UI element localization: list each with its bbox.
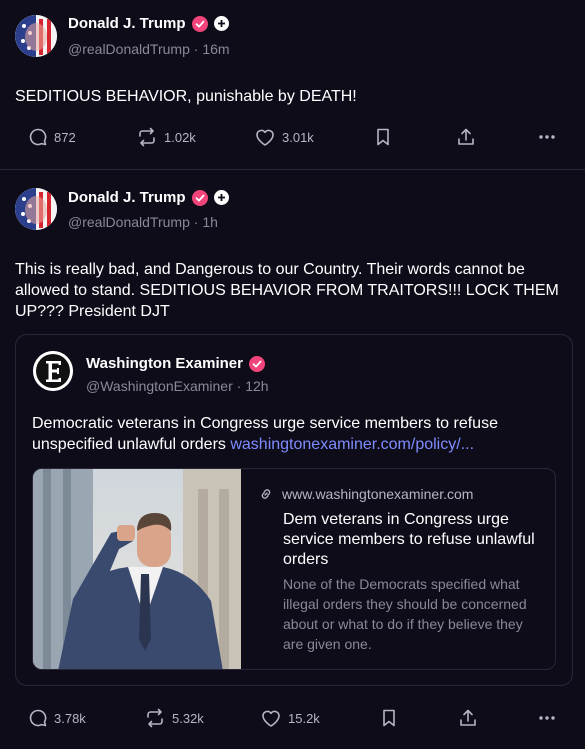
repost-button[interactable]: 5.32k bbox=[144, 703, 204, 733]
author-handle[interactable]: @realDonaldTrump bbox=[68, 214, 190, 230]
more-button[interactable] bbox=[537, 703, 557, 733]
post-time[interactable]: 1h bbox=[202, 214, 218, 230]
quoted-author-handle[interactable]: @WashingtonExaminer bbox=[86, 378, 233, 394]
bookmark-button[interactable] bbox=[380, 703, 398, 733]
article-image bbox=[33, 469, 241, 669]
post-time[interactable]: 16m bbox=[202, 41, 229, 57]
more-icon bbox=[539, 135, 555, 139]
quoted-post[interactable]: Washington Examiner @WashingtonExaminer … bbox=[15, 334, 573, 686]
reply-count: 3.78k bbox=[54, 710, 86, 726]
action-bar: 3.78k 5.32k 15.2k bbox=[0, 703, 585, 733]
plus-icon bbox=[213, 16, 229, 31]
link-card[interactable]: www.washingtonexaminer.com Dem veterans … bbox=[32, 468, 556, 670]
like-button[interactable]: 3.01k bbox=[254, 122, 314, 152]
bookmark-button[interactable] bbox=[374, 122, 392, 152]
like-button[interactable]: 15.2k bbox=[260, 703, 320, 733]
verified-icon bbox=[248, 355, 265, 372]
reply-count: 872 bbox=[54, 129, 76, 145]
avatar[interactable] bbox=[15, 188, 57, 230]
like-count: 15.2k bbox=[288, 710, 320, 726]
repost-count: 1.02k bbox=[164, 129, 196, 145]
repost-count: 5.32k bbox=[172, 710, 204, 726]
share-icon bbox=[458, 128, 474, 145]
bookmark-icon bbox=[383, 709, 395, 727]
link-icon bbox=[261, 489, 271, 499]
post[interactable]: Donald J. Trump @realDonaldTrump · 1h Th… bbox=[0, 170, 585, 749]
card-domain[interactable]: www.washingtonexaminer.com bbox=[282, 486, 473, 502]
quoted-link[interactable]: washingtonexaminer.com/policy/... bbox=[230, 436, 474, 453]
bookmark-icon bbox=[377, 128, 389, 146]
share-button[interactable] bbox=[456, 122, 476, 152]
like-count: 3.01k bbox=[282, 129, 314, 145]
separator: · bbox=[193, 214, 199, 230]
post[interactable]: Donald J. Trump @realDonaldTrump · 16m S… bbox=[0, 0, 585, 170]
reply-icon bbox=[29, 128, 47, 146]
verified-icon bbox=[191, 15, 208, 32]
post-text: This is really bad, and Dangerous to our… bbox=[15, 261, 559, 320]
like-icon bbox=[262, 710, 280, 727]
quoted-author-name[interactable]: Washington Examiner bbox=[86, 355, 243, 372]
more-icon bbox=[539, 716, 555, 720]
repost-icon bbox=[139, 127, 155, 147]
quoted-post-time[interactable]: 12h bbox=[245, 378, 268, 394]
repost-icon bbox=[147, 708, 163, 728]
avatar[interactable] bbox=[15, 15, 57, 57]
verified-icon bbox=[191, 189, 208, 206]
like-icon bbox=[256, 129, 274, 146]
separator: · bbox=[236, 378, 242, 394]
reply-icon bbox=[29, 709, 47, 727]
quoted-post-text: Democratic veterans in Congress urge ser… bbox=[32, 413, 552, 455]
separator: · bbox=[193, 41, 199, 57]
plus-icon bbox=[213, 190, 229, 205]
author-handle[interactable]: @realDonaldTrump bbox=[68, 41, 190, 57]
post-text: SEDITIOUS BEHAVIOR, punishable by DEATH! bbox=[15, 88, 357, 105]
quoted-avatar[interactable] bbox=[33, 351, 73, 391]
reply-button[interactable]: 872 bbox=[28, 122, 76, 152]
author-name[interactable]: Donald J. Trump bbox=[68, 189, 186, 206]
reply-button[interactable]: 3.78k bbox=[28, 703, 86, 733]
repost-button[interactable]: 1.02k bbox=[136, 122, 196, 152]
card-description: None of the Democrats specified what ill… bbox=[283, 576, 527, 652]
action-bar: 872 1.02k 3.01k bbox=[0, 122, 585, 152]
share-icon bbox=[460, 709, 476, 726]
share-button[interactable] bbox=[458, 703, 478, 733]
author-name[interactable]: Donald J. Trump bbox=[68, 15, 186, 32]
card-title[interactable]: Dem veterans in Congress urge service me… bbox=[283, 510, 543, 570]
more-button[interactable] bbox=[537, 122, 557, 152]
